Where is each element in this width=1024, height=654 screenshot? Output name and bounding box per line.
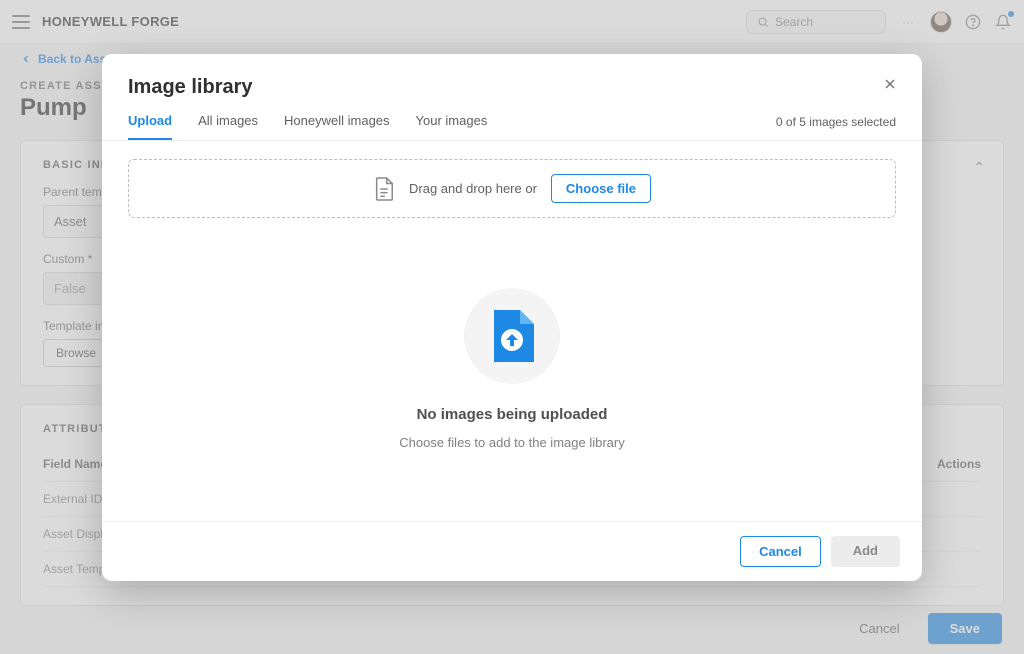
file-icon [373,176,395,202]
tab-all-images[interactable]: All images [198,113,258,140]
empty-state-subtitle: Choose files to add to the image library [399,435,624,450]
close-icon [882,76,898,92]
cancel-button[interactable]: Cancel [740,536,821,567]
selected-count: 0 of 5 images selected [776,115,896,139]
dropzone[interactable]: Drag and drop here or Choose file [128,159,896,218]
modal-footer: Cancel Add [102,521,922,581]
empty-state: No images being uploaded Choose files to… [128,288,896,450]
empty-state-graphic [464,288,560,384]
add-button: Add [831,536,900,567]
modal-tabs-row: Upload All images Honeywell images Your … [102,99,922,141]
empty-state-title: No images being uploaded [417,406,608,423]
modal-header: Image library [102,54,922,99]
tab-upload[interactable]: Upload [128,113,172,140]
dropzone-text: Drag and drop here or [409,181,537,196]
modal-title: Image library [128,76,896,99]
modal-tabs: Upload All images Honeywell images Your … [128,113,487,140]
upload-file-icon [490,310,534,362]
tab-your-images[interactable]: Your images [416,113,488,140]
modal-body: Drag and drop here or Choose file No ima… [102,141,922,521]
tab-honeywell-images[interactable]: Honeywell images [284,113,390,140]
image-library-modal: Image library Upload All images Honeywel… [102,54,922,581]
close-button[interactable] [880,74,900,94]
choose-file-button[interactable]: Choose file [551,174,651,203]
modal-scrim: Image library Upload All images Honeywel… [0,0,1024,654]
